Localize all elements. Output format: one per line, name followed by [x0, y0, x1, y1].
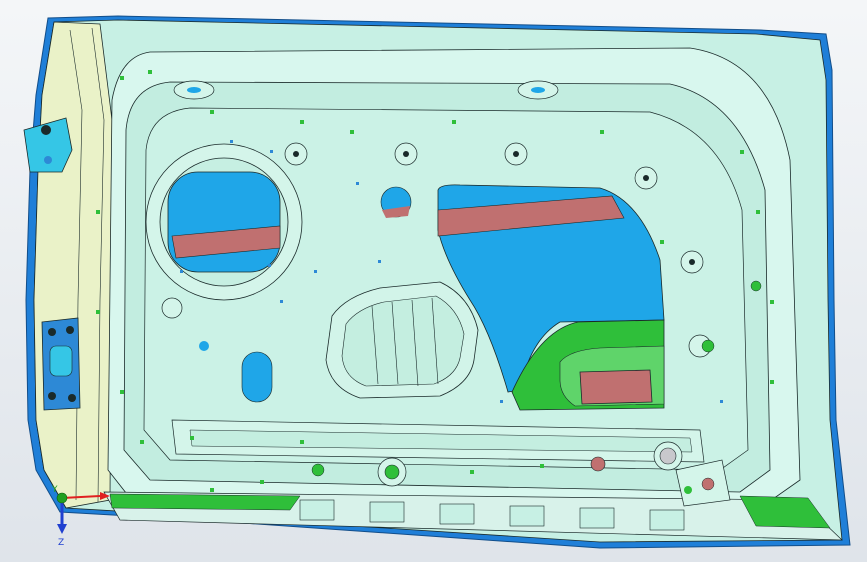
green-hole-right [750, 280, 762, 292]
left-flange [33, 21, 113, 509]
cad-3d-viewport[interactable]: Y Z [0, 0, 867, 562]
green-hole-lower [311, 463, 325, 477]
y-axis-label: Y [51, 485, 58, 495]
oval-slot-lower-left [241, 351, 273, 403]
small-hole-grey [590, 456, 606, 472]
upper-hinge-bracket [23, 117, 73, 173]
triad-origin [56, 492, 68, 504]
top-hook-slot-right [531, 87, 545, 93]
bottom-green-strip [109, 493, 301, 511]
pocket-window [579, 369, 653, 405]
top-hook-slot-left [187, 87, 201, 93]
door-inner-panel-model[interactable]: Y Z [0, 0, 867, 562]
lower-hinge-bracket [41, 317, 81, 411]
green-hole-pocket [701, 339, 715, 353]
small-hole-left [199, 341, 209, 351]
grey-boss-hole [659, 447, 677, 465]
z-axis-arrowhead [57, 524, 67, 534]
z-axis-label: Z [58, 538, 64, 548]
green-boss-hole [384, 464, 400, 480]
